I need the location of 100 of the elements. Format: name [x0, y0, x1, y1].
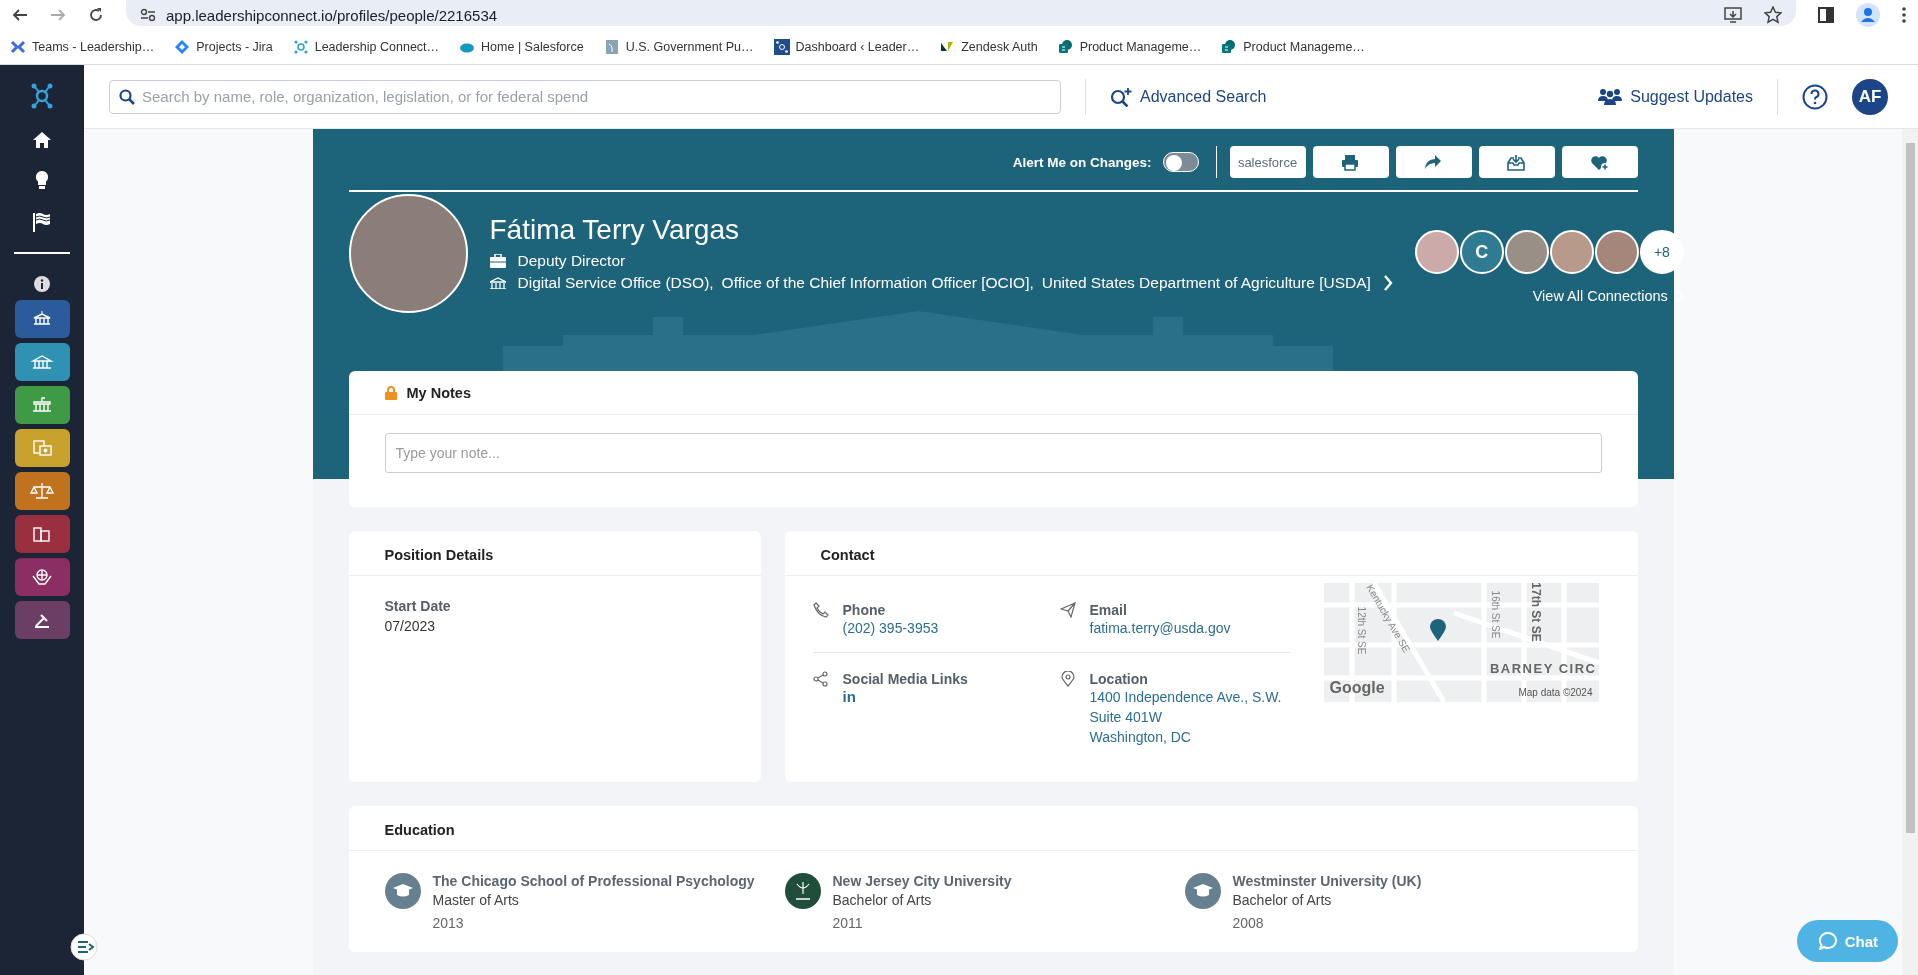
note-input-field[interactable]: Type your note...	[384, 433, 1602, 473]
bookmark[interactable]: Leadership Connect…	[292, 39, 440, 55]
bookmark[interactable]: Product Manageme…	[1221, 39, 1365, 55]
bookmark-favicon	[603, 39, 620, 55]
address-link[interactable]: Suite 401W	[1089, 707, 1282, 727]
category-tile[interactable]	[14, 601, 70, 639]
category-tile[interactable]	[14, 429, 70, 467]
bookmark-favicon	[773, 39, 790, 55]
category-tile[interactable]	[14, 515, 70, 553]
bookmark[interactable]: Product Manageme…	[1057, 39, 1202, 55]
network-logo-icon[interactable]	[31, 83, 53, 109]
person-name: Fátima Terry Vargas	[489, 214, 740, 246]
school-name: Westminster University (UK)	[1232, 873, 1422, 889]
field-label: Start Date	[384, 598, 452, 614]
map-pin-icon	[1429, 619, 1446, 641]
graduation-cap-icon	[384, 873, 421, 909]
view-all-connections-link[interactable]: View All Connections	[1532, 288, 1684, 304]
lock-icon	[384, 385, 397, 400]
paper-plane-icon	[1059, 602, 1076, 618]
category-tile[interactable]	[14, 386, 70, 424]
home-icon[interactable]	[33, 131, 51, 148]
address-link[interactable]: Washington, DC	[1089, 727, 1282, 747]
connection-photo-placeholder[interactable]	[1549, 230, 1594, 274]
salesforce-button[interactable]: salesforce	[1229, 146, 1306, 178]
bookmark[interactable]: Zendesk Auth	[939, 39, 1038, 55]
bookmark[interactable]: Projects - Jira	[174, 39, 273, 55]
scrollbar-thumb[interactable]	[1905, 143, 1915, 833]
bookmark-favicon	[292, 39, 309, 55]
linkedin-link[interactable]: in	[842, 687, 968, 707]
site-settings-icon	[140, 8, 156, 22]
print-button[interactable]	[1312, 146, 1389, 178]
reload-icon[interactable]	[88, 7, 104, 23]
more-connections-badge[interactable]: +8	[1639, 230, 1684, 274]
field-label: Phone	[842, 602, 887, 618]
bookmark-favicon	[1057, 39, 1074, 55]
chevron-right-icon[interactable]	[1382, 275, 1393, 291]
school-name: New Jersey City University	[832, 873, 1012, 889]
share-arrow-icon	[1424, 153, 1443, 171]
email-link[interactable]: fatima.terry@usda.gov	[1089, 618, 1231, 638]
alert-toggle[interactable]	[1162, 152, 1199, 172]
university-seal-icon	[784, 873, 821, 909]
favorite-button[interactable]	[1561, 146, 1638, 178]
street-label: 12th St SE	[1355, 606, 1367, 655]
card-title: Education	[348, 806, 1638, 851]
bookmark[interactable]: Dashboard ‹ Leader…	[773, 39, 920, 55]
flag-icon[interactable]	[33, 212, 51, 232]
bookmark-favicon	[174, 39, 191, 55]
bookmark-favicon	[10, 39, 26, 55]
help-icon[interactable]	[1802, 83, 1828, 110]
chevron-right-icon	[1675, 289, 1684, 303]
phone-icon	[812, 602, 829, 618]
info-icon[interactable]	[34, 276, 50, 292]
bookmark[interactable]: U.S. Government Pu…	[603, 39, 754, 55]
card-title: Contact	[784, 531, 1638, 576]
map-brand: Google	[1329, 679, 1385, 697]
install-app-icon[interactable]	[1724, 6, 1742, 24]
map-attribution: Map data ©2024	[1518, 687, 1593, 698]
address-bar[interactable]: app.leadershipconnect.io/profiles/people/2216534	[126, 0, 1796, 26]
field-label: Email	[1089, 602, 1128, 618]
government-building-icon	[489, 277, 506, 289]
phone-link[interactable]: (202) 395-3953	[842, 618, 939, 638]
street-label: 16th St SE	[1489, 590, 1501, 639]
degree: Bachelor of Arts	[832, 892, 933, 908]
organization-link[interactable]: Office of the Chief Information Officer [OCIO],	[721, 274, 1034, 292]
export-button[interactable]	[1478, 146, 1555, 178]
category-tile[interactable]	[14, 300, 70, 338]
bookmark-star-icon[interactable]	[1764, 6, 1782, 24]
suggest-updates-link[interactable]: Suggest Updates	[1598, 87, 1753, 106]
connection-photo-placeholder[interactable]	[1504, 230, 1549, 274]
search-icon	[119, 88, 135, 105]
alert-label: Alert Me on Changes:	[1012, 154, 1152, 170]
connection-photo-placeholder[interactable]	[1594, 230, 1639, 274]
connection-avatar[interactable]: C	[1459, 230, 1504, 274]
user-avatar[interactable]: AF	[1852, 78, 1888, 115]
profile-icon[interactable]	[1856, 3, 1880, 27]
graduation-year: 2008	[1232, 915, 1265, 931]
share-button[interactable]	[1395, 146, 1472, 178]
more-menu-icon[interactable]	[1902, 7, 1906, 23]
lightbulb-dollar-icon[interactable]	[35, 170, 49, 190]
place-label: BARNEY CIRC	[1489, 661, 1597, 676]
field-label: Location	[1089, 671, 1149, 687]
advanced-search-link[interactable]: Advanced Search	[1110, 86, 1267, 107]
category-tile[interactable]	[14, 558, 70, 596]
search-field[interactable]: Search by name, role, organization, legislation, or for federal spend	[109, 79, 1061, 114]
location-pin-icon	[1059, 671, 1076, 687]
category-tile[interactable]	[14, 343, 70, 381]
street-label: 17th St SE	[1528, 583, 1543, 642]
organization-link[interactable]: United States Department of Agriculture [USDA]	[1041, 274, 1371, 292]
connection-photo-placeholder[interactable]	[1414, 230, 1459, 274]
organization-link[interactable]: Digital Service Office (DSO),	[517, 274, 714, 292]
address-link[interactable]: 1400 Independence Ave., S.W.	[1089, 687, 1282, 707]
side-panel-icon[interactable]	[1818, 7, 1834, 23]
school-name: The Chicago School of Professional Psychology	[432, 873, 755, 889]
collapse-menu-icon[interactable]	[70, 933, 98, 961]
briefcase-icon	[489, 254, 506, 268]
bookmark[interactable]: Home | Salesforce	[459, 39, 584, 55]
graduation-cap-icon	[1184, 873, 1221, 909]
category-tile[interactable]	[14, 472, 70, 510]
back-icon[interactable]	[12, 7, 28, 23]
bookmark[interactable]: Teams - Leadership…	[10, 39, 155, 55]
